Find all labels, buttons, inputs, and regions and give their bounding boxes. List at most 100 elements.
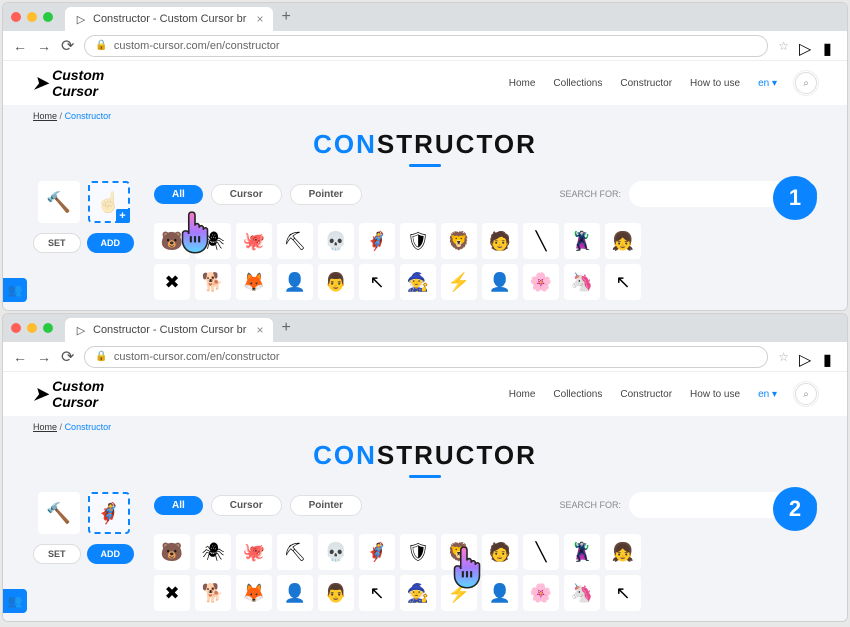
close-tab-icon[interactable]: × — [256, 323, 263, 337]
language-selector[interactable]: en ▾ — [758, 389, 777, 400]
site-logo[interactable]: ➤ CustomCursor — [33, 378, 104, 410]
cursor-item[interactable]: ⛏ — [277, 223, 313, 259]
extension-cursor-icon[interactable]: ▷ — [799, 39, 813, 53]
cursor-item[interactable]: ⚡ — [441, 264, 477, 300]
address-bar[interactable]: 🔒 custom-cursor.com/en/constructor — [84, 35, 768, 57]
cursor-item[interactable]: 👧 — [605, 534, 641, 570]
cursor-item[interactable]: ✖ — [154, 264, 190, 300]
cursor-item[interactable]: 🛡 — [400, 223, 436, 259]
cursor-item[interactable]: 💀 — [318, 223, 354, 259]
preview-pointer-box[interactable]: ☝ + — [88, 181, 130, 223]
add-button[interactable]: ADD — [87, 233, 135, 253]
cursor-item[interactable]: 🐙 — [236, 223, 272, 259]
close-tab-icon[interactable]: × — [256, 12, 263, 26]
extension-batman-icon[interactable]: ▮ — [823, 39, 837, 53]
cursor-item[interactable]: 🌸 — [523, 575, 559, 611]
cursor-item[interactable]: 🦄 — [564, 264, 600, 300]
back-button[interactable]: ← — [13, 349, 27, 365]
cursor-item[interactable]: 🦊 — [236, 575, 272, 611]
extension-batman-icon[interactable]: ▮ — [823, 350, 837, 364]
close-window-icon[interactable] — [11, 323, 21, 333]
filter-all[interactable]: All — [154, 496, 203, 515]
breadcrumb-home[interactable]: Home — [33, 422, 57, 432]
cursor-item[interactable]: 💀 — [318, 534, 354, 570]
set-button[interactable]: SET — [33, 233, 81, 253]
preview-cursor-box[interactable]: 🔨 — [38, 181, 80, 223]
nav-search-icon[interactable]: ⌕ — [795, 72, 817, 94]
cursor-item[interactable]: 👤 — [482, 575, 518, 611]
minimize-window-icon[interactable] — [27, 323, 37, 333]
cursor-item[interactable]: ╲ — [523, 223, 559, 259]
add-pointer-badge[interactable]: + — [116, 209, 130, 223]
cursor-item[interactable]: 👨 — [318, 575, 354, 611]
extension-cursor-icon[interactable]: ▷ — [799, 350, 813, 364]
breadcrumb-home[interactable]: Home — [33, 111, 57, 121]
language-selector[interactable]: en ▾ — [758, 78, 777, 89]
cursor-item[interactable]: 👤 — [277, 264, 313, 300]
cursor-item[interactable]: 👤 — [482, 264, 518, 300]
cursor-item[interactable]: 🧙 — [400, 575, 436, 611]
cursor-item[interactable]: ✖ — [154, 575, 190, 611]
cursor-item[interactable]: 🐕 — [195, 575, 231, 611]
browser-tab[interactable]: ▷ Constructor - Custom Cursor br × — [65, 318, 273, 342]
browser-tab[interactable]: ▷ Constructor - Custom Cursor br × — [65, 7, 273, 31]
nav-search-icon[interactable]: ⌕ — [795, 383, 817, 405]
cursor-item[interactable]: 🧙 — [400, 264, 436, 300]
maximize-window-icon[interactable] — [43, 12, 53, 22]
search-input[interactable] — [629, 181, 779, 207]
nav-collections[interactable]: Collections — [553, 389, 602, 400]
cursor-item[interactable]: 🧑 — [482, 534, 518, 570]
cursor-item[interactable]: ⚡ — [441, 575, 477, 611]
cursor-item[interactable]: 🐻 — [154, 534, 190, 570]
cursor-item[interactable]: 🌸 — [523, 264, 559, 300]
set-button[interactable]: SET — [33, 544, 81, 564]
nav-collections[interactable]: Collections — [553, 78, 602, 89]
back-button[interactable]: ← — [13, 38, 27, 54]
cursor-item[interactable]: ↖ — [359, 575, 395, 611]
close-window-icon[interactable] — [11, 12, 21, 22]
nav-constructor[interactable]: Constructor — [620, 389, 672, 400]
minimize-window-icon[interactable] — [27, 12, 37, 22]
cursor-item[interactable]: 👨 — [318, 264, 354, 300]
cursor-item[interactable]: 🦊 — [236, 264, 272, 300]
nav-howto[interactable]: How to use — [690, 78, 740, 89]
cursor-item[interactable]: 🕷 — [195, 534, 231, 570]
cursor-item[interactable]: 🦄 — [564, 575, 600, 611]
filter-cursor[interactable]: Cursor — [211, 495, 282, 516]
bookmark-star-icon[interactable]: ☆ — [778, 39, 789, 53]
cursor-item[interactable]: ↖ — [605, 575, 641, 611]
address-bar[interactable]: 🔒 custom-cursor.com/en/constructor — [84, 346, 768, 368]
nav-constructor[interactable]: Constructor — [620, 78, 672, 89]
filter-all[interactable]: All — [154, 185, 203, 204]
nav-home[interactable]: Home — [509, 389, 536, 400]
cursor-item[interactable]: 🛡 — [400, 534, 436, 570]
bookmark-star-icon[interactable]: ☆ — [778, 350, 789, 364]
cursor-item[interactable]: 👧 — [605, 223, 641, 259]
cursor-item[interactable]: ↖ — [605, 264, 641, 300]
cursor-item[interactable]: 🦸 — [359, 534, 395, 570]
cursor-item[interactable]: 🦁 — [441, 534, 477, 570]
nav-howto[interactable]: How to use — [690, 389, 740, 400]
maximize-window-icon[interactable] — [43, 323, 53, 333]
preview-cursor-box[interactable]: 🔨 — [38, 492, 80, 534]
side-social-tab[interactable]: 👥 — [3, 589, 27, 613]
nav-home[interactable]: Home — [509, 78, 536, 89]
reload-button[interactable]: ⟳ — [61, 347, 74, 367]
cursor-item[interactable]: 🦹 — [564, 534, 600, 570]
cursor-item[interactable]: 👤 — [277, 575, 313, 611]
filter-pointer[interactable]: Pointer — [290, 184, 362, 205]
cursor-item[interactable]: 🦸 — [359, 223, 395, 259]
new-tab-button[interactable]: + — [281, 8, 290, 26]
reload-button[interactable]: ⟳ — [61, 36, 74, 56]
forward-button[interactable]: → — [37, 38, 51, 54]
filter-pointer[interactable]: Pointer — [290, 495, 362, 516]
filter-cursor[interactable]: Cursor — [211, 184, 282, 205]
cursor-item[interactable]: 🦹 — [564, 223, 600, 259]
cursor-item[interactable]: 🕷 — [195, 223, 231, 259]
cursor-item[interactable]: ╲ — [523, 534, 559, 570]
add-button[interactable]: ADD — [87, 544, 135, 564]
cursor-item[interactable]: 🦁 — [441, 223, 477, 259]
cursor-item[interactable]: ↖ — [359, 264, 395, 300]
cursor-item[interactable]: 🐙 — [236, 534, 272, 570]
new-tab-button[interactable]: + — [281, 319, 290, 337]
